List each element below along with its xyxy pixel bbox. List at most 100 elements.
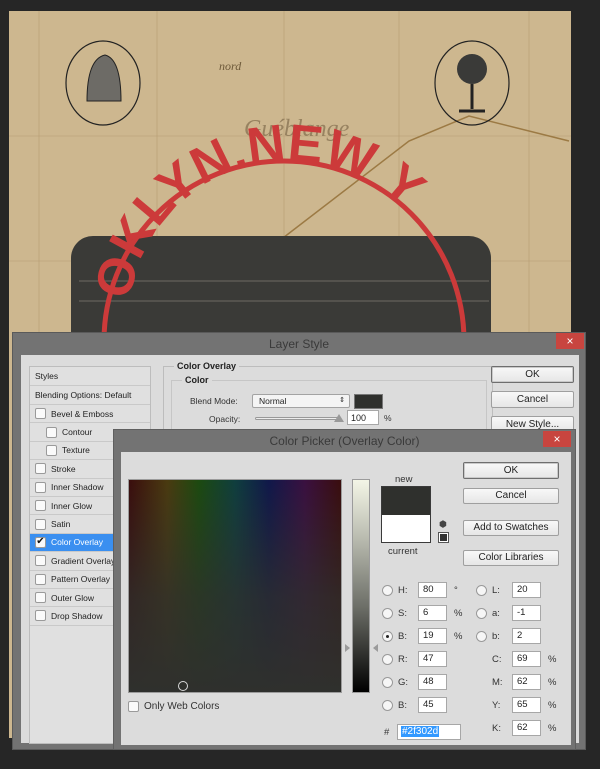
cmyk-c-label: C: [492, 654, 502, 665]
rgb-g-input[interactable]: 48 [418, 674, 447, 690]
layer-style-ok-button[interactable]: OK [491, 366, 574, 383]
lab-l-radio[interactable] [476, 585, 487, 596]
overlay-color-swatch[interactable] [354, 394, 383, 409]
color-field-marker[interactable] [178, 681, 188, 691]
styles-item-label: Texture [62, 445, 90, 456]
styles-item-label: Blending Options: Default [35, 390, 132, 400]
layer-style-titlebar[interactable]: Layer Style × [13, 333, 585, 355]
hex-input[interactable]: #2f302d [397, 724, 461, 740]
rgb-r-label: R: [398, 654, 408, 665]
new-label: new [395, 474, 413, 485]
slider-left-arrow-icon[interactable] [345, 644, 350, 652]
hsb-b-label: B: [398, 631, 407, 642]
color-field-fade [129, 480, 341, 692]
only-web-colors-checkbox[interactable] [128, 701, 139, 712]
styles-item-label: Bevel & Emboss [51, 408, 114, 419]
styles-item-checkbox[interactable] [35, 408, 46, 420]
web-safe-color-icon[interactable] [438, 532, 449, 543]
hsb-h-label: H: [398, 585, 408, 596]
styles-item-checkbox[interactable] [46, 444, 57, 456]
lab-a-radio[interactable] [476, 608, 487, 619]
color-picker-close-button[interactable]: × [543, 431, 571, 447]
color-libraries-button[interactable]: Color Libraries [463, 550, 559, 566]
hsb-h-unit: ° [454, 585, 458, 596]
blend-mode-value: Normal [259, 396, 287, 406]
layer-style-cancel-button[interactable]: Cancel [491, 391, 574, 408]
hsb-b-radio[interactable] [382, 631, 393, 642]
rgb-b-radio[interactable] [382, 700, 393, 711]
styles-item-checkbox[interactable] [35, 610, 46, 622]
styles-item-checkbox[interactable] [35, 500, 46, 512]
hsb-b-unit: % [454, 631, 463, 642]
cmyk-m-input[interactable]: 62 [512, 674, 541, 690]
color-picker-ok-button[interactable]: OK [463, 462, 559, 479]
blend-mode-select[interactable]: Normal ⇕ [252, 394, 350, 408]
layer-style-close-button[interactable]: × [556, 333, 584, 349]
styles-item-checkbox[interactable] [46, 426, 57, 438]
hsb-b-input[interactable]: 19 [418, 628, 447, 644]
brightness-slider[interactable] [352, 479, 370, 693]
styles-item-label: Color Overlay [51, 537, 103, 548]
add-to-swatches-button[interactable]: Add to Swatches [463, 520, 559, 536]
lab-l-input[interactable]: 20 [512, 582, 541, 598]
close-icon: × [553, 432, 561, 446]
hsb-s-label: S: [398, 608, 407, 619]
styles-item-checkbox[interactable] [35, 463, 46, 475]
styles-item-blending-options-default[interactable]: Blending Options: Default [30, 386, 150, 405]
rgb-r-radio[interactable] [382, 654, 393, 665]
hsb-s-radio[interactable] [382, 608, 393, 619]
color-picker-titlebar[interactable]: Color Picker (Overlay Color) × [114, 430, 575, 452]
color-overlay-section-title: Color Overlay [174, 361, 240, 371]
lab-a-input[interactable]: -1 [512, 605, 541, 621]
cmyk-c-input[interactable]: 69 [512, 651, 541, 667]
out-of-gamut-cube-icon[interactable]: ⬢ [439, 519, 447, 530]
opacity-slider-thumb[interactable] [334, 414, 344, 422]
opacity-unit: % [384, 413, 392, 423]
hsb-h-input[interactable]: 80 [418, 582, 447, 598]
styles-item-label: Drop Shadow [51, 610, 103, 621]
styles-item-label: Inner Shadow [51, 482, 104, 493]
styles-item-label: Styles [35, 371, 59, 381]
styles-item-checkbox[interactable] [35, 592, 46, 604]
map-text-nord: nord [219, 59, 242, 73]
rgb-r-input[interactable]: 47 [418, 651, 447, 667]
styles-item-label: Pattern Overlay [51, 574, 111, 585]
hsb-s-input[interactable]: 6 [418, 605, 447, 621]
opacity-slider-track[interactable] [255, 417, 340, 420]
cmyk-k-label: K: [492, 723, 501, 734]
styles-item-label: Gradient Overlay [51, 555, 116, 566]
styles-item-bevel-emboss[interactable]: Bevel & Emboss [30, 405, 150, 424]
styles-item-styles[interactable]: Styles [30, 367, 150, 386]
close-icon: × [566, 334, 574, 348]
checkmark-icon: ✔ [36, 536, 45, 548]
cmyk-y-label: Y: [492, 700, 501, 711]
select-arrows-icon: ⇕ [339, 397, 345, 404]
hex-value: #2f302d [401, 726, 440, 737]
lab-b-radio[interactable] [476, 631, 487, 642]
styles-item-checkbox[interactable] [35, 555, 46, 567]
cmyk-k-input[interactable]: 62 [512, 720, 541, 736]
styles-item-label: Contour [62, 427, 93, 438]
layer-style-title: Layer Style [268, 337, 330, 351]
styles-item-label: Satin [51, 519, 71, 530]
blend-mode-label: Blend Mode: [190, 396, 238, 406]
only-web-colors-label: Only Web Colors [144, 701, 220, 712]
color-field[interactable] [128, 479, 342, 693]
color-picker-cancel-button[interactable]: Cancel [463, 488, 559, 504]
styles-item-checkbox[interactable]: ✔ [35, 536, 46, 548]
styles-item-checkbox[interactable] [35, 481, 46, 493]
hsb-h-radio[interactable] [382, 585, 393, 596]
styles-item-checkbox[interactable] [35, 573, 46, 585]
rgb-g-label: G: [398, 677, 409, 688]
slider-right-arrow-icon[interactable] [373, 644, 378, 652]
rgb-b-input[interactable]: 45 [418, 697, 447, 713]
opacity-input[interactable]: 100 [347, 410, 379, 425]
lab-b-label: b: [492, 631, 500, 642]
current-color-swatch[interactable] [382, 515, 430, 542]
lab-b-input[interactable]: 2 [512, 628, 541, 644]
styles-item-checkbox[interactable] [35, 518, 46, 530]
rgb-g-radio[interactable] [382, 677, 393, 688]
only-web-colors-option[interactable]: Only Web Colors [128, 701, 219, 712]
cmyk-y-input[interactable]: 65 [512, 697, 541, 713]
color-picker-body: Only Web Colors new current ⬢ OK Cancel … [121, 452, 571, 745]
